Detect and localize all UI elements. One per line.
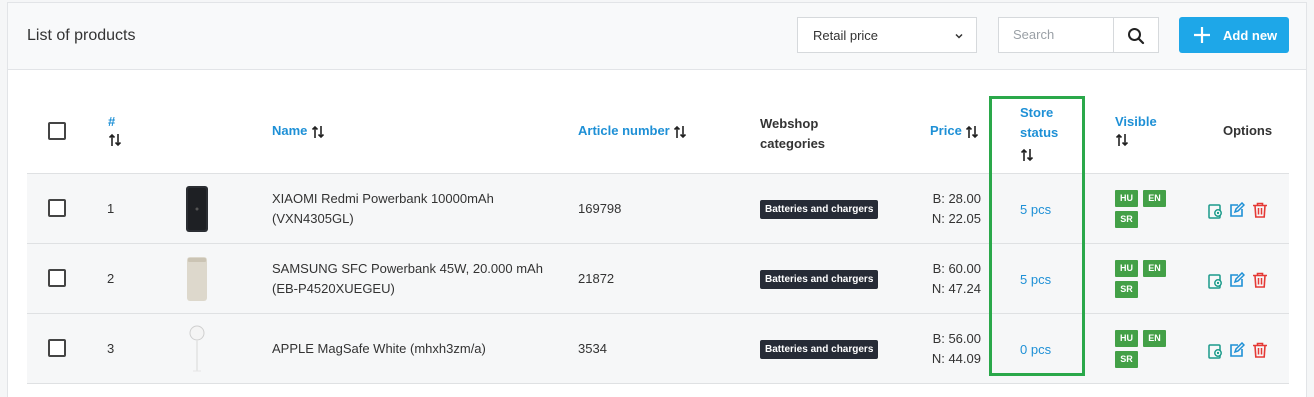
store-status-highlight-box	[989, 96, 1085, 376]
search-icon	[1128, 28, 1145, 45]
add-new-button[interactable]: Add new	[1179, 17, 1289, 53]
visible-lang-badge[interactable]: SR	[1115, 281, 1138, 298]
sort-icon	[108, 133, 122, 147]
add-new-label: Add new	[1223, 28, 1278, 43]
visible-lang-badge[interactable]: EN	[1143, 190, 1166, 207]
product-thumbnail-powerbank[interactable]	[184, 185, 210, 233]
edit-icon[interactable]	[1229, 342, 1245, 358]
column-article-label: Article number	[578, 123, 670, 138]
product-name[interactable]: APPLE MagSafe White (mhxh3zm/a)	[272, 339, 486, 359]
product-thumbnail-powerbank[interactable]	[184, 255, 210, 303]
column-number[interactable]: #	[108, 114, 122, 147]
view-icon[interactable]	[1208, 203, 1224, 219]
visible-lang-badge[interactable]: SR	[1115, 211, 1138, 228]
column-webshop-categories: Webshop categories	[760, 114, 825, 154]
row-checkbox[interactable]	[48, 199, 66, 217]
product-name[interactable]: XIAOMI Redmi Powerbank 10000mAh (VXN4305…	[272, 189, 494, 229]
row-divider	[27, 383, 1289, 384]
gross-price: B: 28.00	[932, 191, 981, 206]
page-title: List of products	[27, 27, 136, 44]
category-badge: Batteries and chargers	[760, 340, 879, 359]
table-row	[27, 314, 1289, 384]
product-name-line1: SAMSUNG SFC Powerbank 45W, 20.000 mAh	[272, 261, 543, 276]
column-visible-label: Visible	[1115, 114, 1157, 129]
row-checkbox[interactable]	[48, 269, 66, 287]
product-name-line2: (VXN4305GL)	[272, 211, 354, 226]
product-name-line2: (EB-P4520XUEGEU)	[272, 281, 395, 296]
search-button[interactable]	[1113, 17, 1159, 53]
price-type-value: Retail price	[813, 28, 879, 43]
column-webshop-line1: Webshop	[760, 116, 819, 131]
visible-lang-badge[interactable]: EN	[1143, 260, 1166, 277]
table-row	[27, 244, 1289, 314]
column-price[interactable]: Price	[930, 123, 979, 139]
table-row	[27, 174, 1289, 244]
product-name-line1: APPLE MagSafe White (mhxh3zm/a)	[272, 341, 486, 356]
chevron-down-icon	[954, 29, 964, 44]
product-name-line1: XIAOMI Redmi Powerbank 10000mAh	[272, 191, 494, 206]
column-price-label: Price	[930, 123, 962, 138]
row-number: 3	[107, 341, 115, 356]
row-number: 1	[107, 201, 115, 216]
article-number: 21872	[578, 271, 615, 286]
select-all-checkbox[interactable]	[48, 122, 66, 140]
column-name-label: Name	[272, 123, 308, 138]
sort-icon	[966, 125, 979, 138]
price-cell: B: 60.00 N: 47.24	[931, 259, 981, 299]
price-cell: B: 56.00 N: 44.09	[931, 329, 981, 369]
net-price: N: 44.09	[931, 351, 981, 366]
column-webshop-line2: categories	[760, 136, 826, 151]
price-type-select[interactable]: Retail price	[797, 17, 977, 53]
visible-lang-badge[interactable]: SR	[1115, 351, 1138, 368]
view-icon[interactable]	[1208, 343, 1224, 359]
row-number: 2	[107, 271, 115, 286]
product-name[interactable]: SAMSUNG SFC Powerbank 45W, 20.000 mAh (E…	[272, 259, 543, 299]
visible-lang-badge[interactable]: HU	[1115, 330, 1138, 347]
edit-icon[interactable]	[1229, 272, 1245, 288]
column-name[interactable]: Name	[272, 123, 325, 139]
visible-lang-badge[interactable]: HU	[1115, 260, 1138, 277]
article-number: 3534	[578, 341, 607, 356]
search-field[interactable]	[998, 17, 1114, 53]
product-thumbnail-magsafe[interactable]	[184, 325, 210, 373]
delete-icon[interactable]	[1252, 342, 1268, 358]
column-options: Options	[1223, 123, 1273, 138]
column-number-label: #	[108, 114, 116, 129]
visible-lang-badge[interactable]: EN	[1143, 330, 1166, 347]
price-cell: B: 28.00 N: 22.05	[931, 189, 981, 229]
category-badge: Batteries and chargers	[760, 200, 879, 219]
products-panel: List of products Retail price Add new # …	[7, 2, 1307, 397]
row-checkbox[interactable]	[48, 339, 66, 357]
gross-price: B: 60.00	[932, 261, 981, 276]
search-input[interactable]	[999, 18, 1099, 50]
article-number: 169798	[578, 201, 622, 216]
sort-icon	[311, 125, 325, 138]
net-price: N: 47.24	[931, 281, 981, 296]
gross-price: B: 56.00	[932, 331, 981, 346]
column-visible[interactable]: Visible	[1115, 114, 1157, 147]
delete-icon[interactable]	[1252, 202, 1268, 218]
sort-icon	[1115, 133, 1129, 147]
view-icon[interactable]	[1208, 273, 1224, 289]
net-price: N: 22.05	[931, 211, 981, 226]
category-badge: Batteries and chargers	[760, 270, 879, 289]
edit-icon[interactable]	[1229, 202, 1245, 218]
delete-icon[interactable]	[1252, 272, 1268, 288]
plus-icon	[1192, 25, 1212, 48]
visible-lang-badge[interactable]: HU	[1115, 190, 1138, 207]
column-article-number[interactable]: Article number	[578, 123, 687, 139]
sort-icon	[674, 125, 687, 138]
panel-header: List of products Retail price Add new	[8, 3, 1306, 70]
